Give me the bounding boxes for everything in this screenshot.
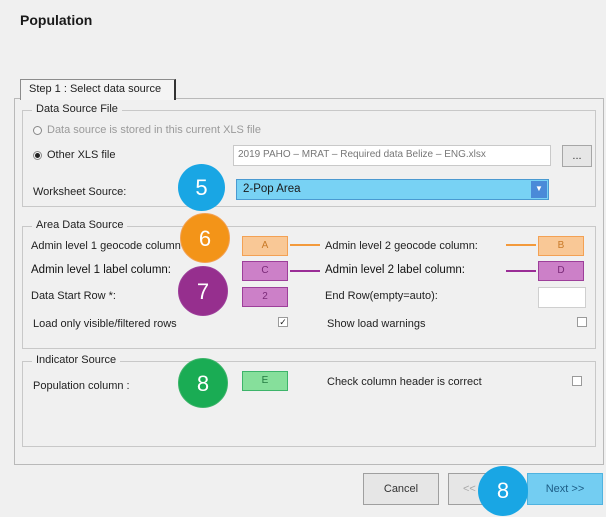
admin1-geocode-field[interactable]: A — [242, 236, 288, 256]
label-connector-line-2 — [506, 270, 536, 272]
callout-admin-label: 7 — [178, 266, 228, 316]
admin1-label-label: Admin level 1 label column: — [31, 264, 171, 276]
admin1-label-field[interactable]: C — [242, 261, 288, 281]
end-row-label: End Row(empty=auto): — [325, 290, 438, 302]
area-data-source-title: Area Data Source — [32, 219, 128, 231]
chevron-down-icon[interactable]: ▼ — [531, 181, 547, 198]
callout-admin-geocode: 6 — [180, 213, 230, 263]
browse-button[interactable]: ... — [562, 145, 592, 167]
indicator-source-title: Indicator Source — [32, 354, 121, 366]
show-warnings-checkbox[interactable] — [577, 317, 587, 327]
geocode-connector-line — [290, 244, 320, 246]
current-xls-label: Data source is stored in this current XL… — [47, 124, 261, 136]
callout-indicator: 8 — [178, 358, 228, 408]
current-xls-radio[interactable] — [33, 126, 42, 135]
check-header-checkbox[interactable] — [572, 376, 582, 386]
other-xls-label: Other XLS file — [47, 149, 116, 161]
admin2-geocode-label: Admin level 2 geocode column: — [325, 240, 478, 252]
tab-step-1[interactable]: Step 1 : Select data source — [20, 79, 176, 100]
admin2-label-field[interactable]: D — [538, 261, 584, 281]
xls-file-field[interactable]: 2019 PAHO – MRAT – Required data Belize … — [233, 145, 551, 166]
end-row-field[interactable] — [538, 287, 586, 308]
indicator-source-group — [22, 361, 596, 447]
check-header-label: Check column header is correct — [327, 376, 482, 388]
worksheet-source-label: Worksheet Source: — [33, 186, 127, 198]
load-visible-label: Load only visible/filtered rows — [33, 318, 177, 330]
start-row-label: Data Start Row *: — [31, 290, 116, 302]
admin1-geocode-label: Admin level 1 geocode column: — [31, 240, 181, 252]
callout-next: 8 — [478, 466, 528, 516]
admin2-label-label: Admin level 2 label column: — [325, 264, 465, 276]
start-row-field[interactable]: 2 — [242, 287, 288, 307]
cancel-button[interactable]: Cancel — [363, 473, 439, 505]
worksheet-source-value: 2-Pop Area — [243, 183, 301, 195]
next-button[interactable]: Next >> — [527, 473, 603, 505]
callout-worksheet: 5 — [178, 164, 225, 211]
admin2-geocode-field[interactable]: B — [538, 236, 584, 256]
data-source-file-title: Data Source File — [32, 103, 122, 115]
population-column-field[interactable]: E — [242, 371, 288, 391]
label-connector-line — [290, 270, 320, 272]
geocode-connector-line-2 — [506, 244, 536, 246]
worksheet-source-select[interactable]: 2-Pop Area — [236, 179, 549, 200]
load-visible-checkbox[interactable]: ✓ — [278, 317, 288, 327]
population-column-label: Population column : — [33, 380, 130, 392]
show-warnings-label: Show load warnings — [327, 318, 426, 330]
other-xls-radio[interactable] — [33, 151, 42, 160]
window-title: Population — [20, 12, 93, 28]
